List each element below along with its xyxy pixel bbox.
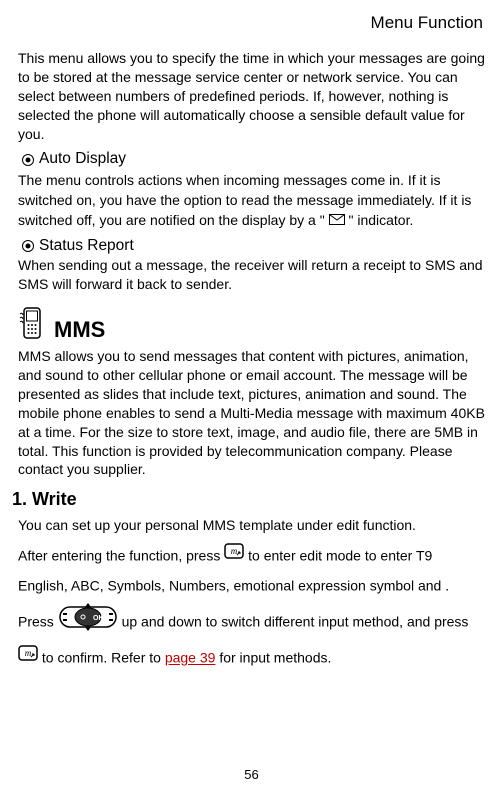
status-report-title: Status Report — [39, 236, 134, 257]
page-number: 56 — [0, 766, 503, 784]
auto-display-body: The menu controls actions when incoming … — [18, 171, 471, 226]
write-p1: You can set up your personal MMS templat… — [18, 516, 485, 535]
write-heading: 1. Write — [12, 487, 485, 511]
status-report-body: When sending out a message, the receiver… — [18, 256, 485, 294]
auto-display-heading: Auto Display — [18, 149, 485, 170]
page-39-link[interactable]: page 39 — [165, 650, 216, 666]
write-p2a: After entering the function, press — [18, 547, 224, 563]
auto-display-title: Auto Display — [39, 149, 126, 170]
write-p2d: to confirm. Refer to — [42, 650, 165, 666]
key-m-icon-2: m — [18, 643, 38, 673]
mms-title: MMS — [54, 315, 105, 345]
bullet-icon — [22, 154, 34, 166]
key-m-icon: m — [224, 541, 244, 571]
write-p2e: for input methods. — [219, 650, 331, 666]
svg-text:OK: OK — [93, 615, 104, 622]
intro-paragraph: This menu allows you to specify the time… — [18, 49, 485, 143]
auto-display-body-b: " indicator. — [348, 212, 413, 228]
bullet-icon — [22, 240, 34, 252]
mms-body: MMS allows you to send messages that con… — [18, 347, 485, 479]
svg-text:m: m — [231, 546, 238, 556]
phone-icon — [18, 306, 46, 345]
status-report-heading: Status Report — [18, 236, 485, 257]
svg-text:m: m — [25, 648, 32, 658]
write-p2: After entering the function, press m to … — [18, 547, 468, 666]
envelope-icon — [329, 211, 345, 230]
nav-ok-icon: OK — [58, 601, 118, 643]
mms-heading-row: MMS — [18, 306, 485, 345]
write-p2c: up and down to switch different input me… — [122, 614, 469, 630]
page-header: Menu Function — [18, 12, 485, 35]
